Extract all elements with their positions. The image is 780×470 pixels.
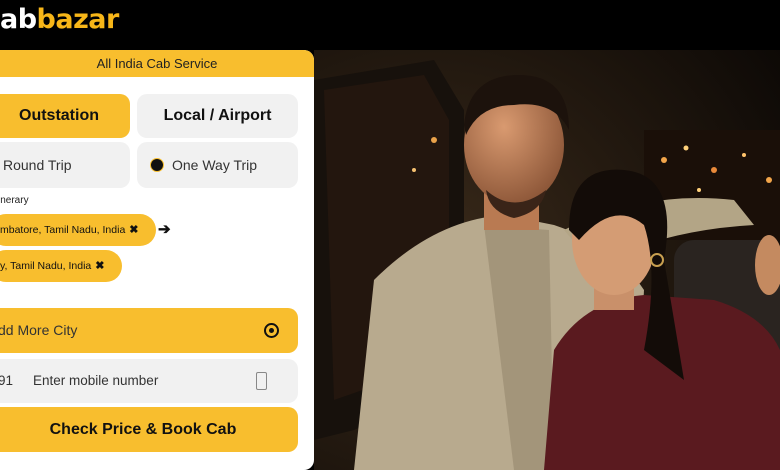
itinerary-label: inerary [0, 195, 29, 206]
tab-outstation[interactable]: Outstation [0, 94, 130, 138]
round-trip-option[interactable]: Round Trip [0, 142, 130, 188]
top-bar: abbazar [0, 0, 780, 50]
remove-city-icon[interactable]: ✖ [129, 224, 138, 236]
radio-selected-icon[interactable] [150, 158, 164, 172]
city-chip-destination[interactable]: y, Tamil Nadu, India ✖ [0, 250, 122, 282]
mobile-number-field[interactable]: 91 Enter mobile number [0, 359, 298, 403]
city-chip-origin[interactable]: mbatore, Tamil Nadu, India ✖ [0, 214, 156, 246]
hero-photo [314, 50, 780, 470]
arrow-right-icon: ➔ [158, 221, 171, 238]
one-way-trip-label: One Way Trip [172, 157, 258, 173]
cabbazar-logo[interactable]: abbazar [0, 4, 119, 35]
phone-icon [256, 372, 267, 390]
country-code: 91 [0, 373, 14, 388]
hero-image-couple-in-cab [314, 50, 780, 470]
logo-text-yellow: bazar [36, 4, 120, 35]
city-chip-label: y, Tamil Nadu, India [0, 260, 92, 272]
tab-local-airport[interactable]: Local / Airport [137, 94, 298, 138]
add-city-radio-icon[interactable] [264, 323, 279, 338]
remove-city-icon[interactable]: ✖ [95, 260, 104, 272]
logo-text-white: ab [0, 4, 37, 35]
round-trip-label: Round Trip [3, 157, 72, 173]
city-chip-label: mbatore, Tamil Nadu, India [0, 224, 126, 236]
one-way-trip-option[interactable]: One Way Trip [137, 142, 298, 188]
add-more-city-button[interactable]: dd More City [0, 308, 298, 353]
mobile-number-input[interactable]: Enter mobile number [33, 359, 158, 403]
add-more-city-label: dd More City [0, 322, 78, 338]
service-banner: All India Cab Service [0, 50, 314, 77]
booking-panel: All India Cab Service Outstation Local /… [0, 50, 314, 470]
check-price-book-cab-button[interactable]: Check Price & Book Cab [0, 407, 298, 452]
